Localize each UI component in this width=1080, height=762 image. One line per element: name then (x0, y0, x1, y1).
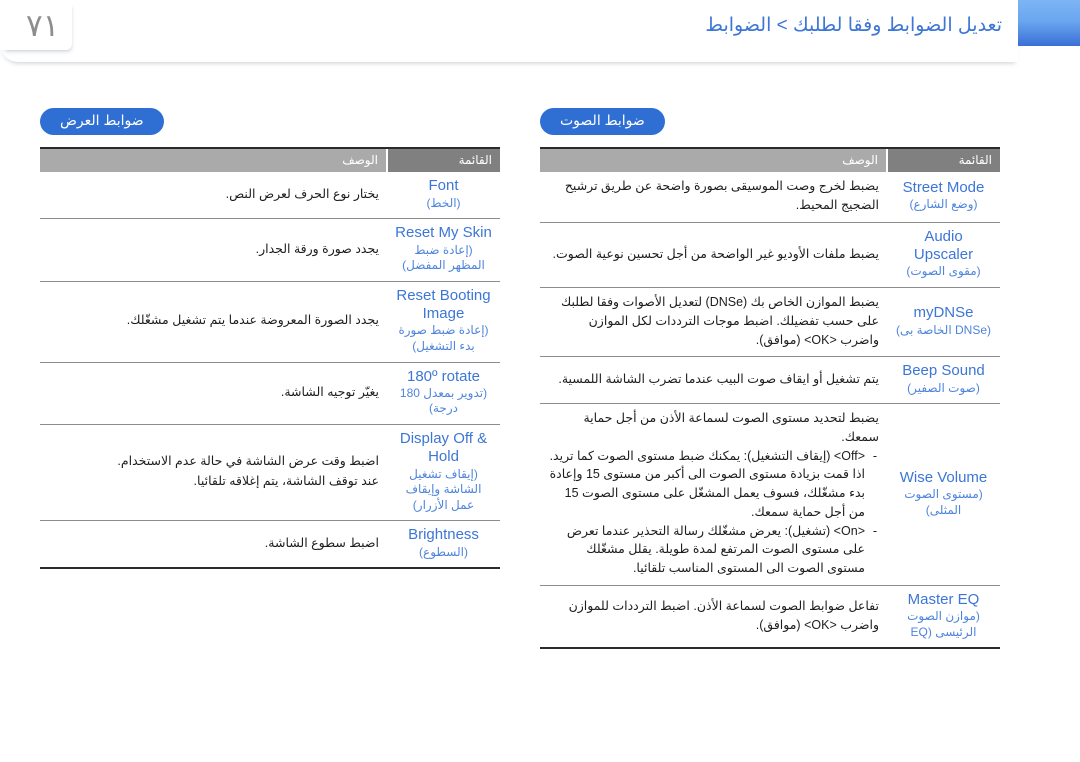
table-row: Reset My Skin (إعادة ضبط المظهر المفضل) … (40, 218, 500, 282)
column-header-menu: القائمة (387, 147, 500, 173)
menu-name-en: 180º rotate (406, 367, 481, 385)
description-line: يضبط لتحديد مستوى الصوت لسماعة الأذن من … (583, 411, 879, 444)
section-sound-settings: ضوابط الصوت القائمة الوصف Street Mode (و… (540, 108, 1000, 650)
page-header: تعديل الضوابط وفقا لطلبك > الضوابط ٧١ (0, 0, 1080, 78)
display-settings-badge: ضوابط العرض (40, 108, 164, 136)
table-row: Beep Sound (صوت الصفير) يتم تشغيل أو ايق… (540, 356, 1000, 405)
description-line: تفاعل ضوابط الصوت لسماعة الأذن. اضبط الت… (568, 598, 879, 632)
description-cell: يختار نوع الحرف لعرض النص. (40, 172, 387, 220)
menu-cell: Brightness (السطوع) (387, 520, 500, 570)
description-bullet: <Off> (إيقاف التشغيل): يمكنك ضبط مستوى ا… (548, 447, 879, 522)
display-badge-wrap: ضوابط العرض (40, 108, 500, 147)
menu-name-en: Wise Volume (899, 468, 988, 486)
description-cell: يضبط الموازن الخاص بك (DNSe) لتعديل الأص… (540, 287, 887, 358)
menu-cell: Street Mode (وضع الشارع) (887, 172, 1000, 223)
table-row: Reset Booting Image (إعادة ضبط صورة بدء … (40, 281, 500, 363)
menu-name-en: Brightness (408, 526, 479, 544)
table-row: 180º rotate (تدوير بمعدل 180 درجة) يغيّر… (40, 362, 500, 426)
description-cell: اضبط وقت عرض الشاشة في حالة عدم الاستخدا… (40, 424, 387, 522)
menu-name-ar: (وضع الشارع) (909, 197, 978, 212)
menu-name-en: Master EQ (907, 590, 980, 608)
menu-cell: Wise Volume (مستوى الصوت المثلى) (887, 403, 1000, 586)
table-row: Display Off & Hold (إيقاف تشغيل الشاشة و… (40, 424, 500, 522)
menu-name-ar: (إعادة ضبط صورة بدء التشغيل) (398, 323, 489, 353)
description-cell: يتم تشغيل أو ايقاف صوت البيب عندما تضرب … (540, 356, 887, 405)
table-header-row: القائمة الوصف (40, 147, 500, 173)
description-line: يختار نوع الحرف لعرض النص. (225, 186, 379, 201)
display-table-body: القائمة الوصف Font (الخط) يختار نوع الحر… (40, 147, 500, 570)
description-bullet: <On> (تشغيل): يعرض مشغّلك رسالة التحذير … (548, 522, 879, 578)
menu-name-ar: (السطوع) (419, 544, 468, 559)
menu-name-ar: (تدوير بمعدل 180 درجة) (399, 385, 488, 416)
table-row: Font (الخط) يختار نوع الحرف لعرض النص. (40, 172, 500, 220)
menu-name-ar: (صوت الصفير) (907, 380, 980, 395)
menu-name-en: Font (428, 177, 459, 195)
menu-cell: Reset Booting Image (إعادة ضبط صورة بدء … (387, 281, 500, 363)
sound-table-body: القائمة الوصف Street Mode (وضع الشارع) ي… (540, 147, 1000, 650)
description-line: يضبط لخرج وصت الموسيقى بصورة واضحة عن طر… (564, 179, 879, 213)
breadcrumb: تعديل الضوابط وفقا لطلبك > الضوابط (705, 15, 1002, 36)
display-settings-table: القائمة الوصف Font (الخط) يختار نوع الحر… (40, 147, 500, 570)
menu-cell: Master EQ (موازن الصوت الرئيسى (EQ (887, 585, 1000, 650)
menu-name-ar: (الخط) (426, 195, 461, 210)
table-row: Brightness (السطوع) اضبط سطوع الشاشة. (40, 520, 500, 570)
description-cell: تفاعل ضوابط الصوت لسماعة الأذن. اضبط الت… (540, 585, 887, 650)
description-cell: يجدد الصورة المعروضة عندما يتم تشغيل مشغ… (40, 281, 387, 363)
description-line: يغيّر توجيه الشاشة. (280, 384, 379, 399)
description-cell: يضبط لخرج وصت الموسيقى بصورة واضحة عن طر… (540, 172, 887, 223)
sound-badge-wrap: ضوابط الصوت (540, 108, 1000, 147)
table-row: Master EQ (موازن الصوت الرئيسى (EQ تفاعل… (540, 585, 1000, 650)
description-cell: يضبط لتحديد مستوى الصوت لسماعة الأذن من … (540, 403, 887, 586)
table-row: Wise Volume (مستوى الصوت المثلى) يضبط لت… (540, 403, 1000, 586)
description-cell: اضبط سطوع الشاشة. (40, 520, 387, 570)
menu-cell: 180º rotate (تدوير بمعدل 180 درجة) (387, 362, 500, 426)
page-number: ٧١ (26, 8, 60, 44)
menu-cell: myDNSe (DNSe الخاصة بى) (887, 287, 1000, 358)
menu-name-ar: (موازن الصوت الرئيسى (EQ (907, 609, 980, 639)
description-cell: يجدد صورة ورقة الجدار. (40, 218, 387, 282)
menu-name-en: Reset Booting Image (396, 286, 491, 323)
column-header-description: الوصف (540, 147, 888, 173)
table-row: Audio Upscaler (مقوى الصوت) يضبط ملفات ا… (540, 222, 1000, 289)
menu-cell: Reset My Skin (إعادة ضبط المظهر المفضل) (387, 218, 500, 282)
menu-name-ar: (مقوى الصوت) (906, 264, 981, 279)
menu-cell: Beep Sound (صوت الصفير) (887, 356, 1000, 405)
menu-name-ar: (مستوى الصوت المثلى) (904, 487, 983, 517)
menu-name-en: Beep Sound (902, 362, 985, 380)
description-line: عند توقف الشاشة، يتم إغلاقه تلقائيا. (193, 474, 379, 489)
column-header-description: الوصف (40, 147, 388, 173)
description-line: اضبط وقت عرض الشاشة في حالة عدم الاستخدا… (117, 454, 379, 469)
description-line: يضبط الموازن الخاص بك (DNSe) لتعديل الأص… (560, 295, 879, 347)
description-cell: يضبط ملفات الأوديو غير الواضحة من أجل تح… (540, 222, 887, 289)
menu-name-en: Display Off & Hold (399, 430, 488, 466)
description-bullet-list: <Off> (إيقاف التشغيل): يمكنك ضبط مستوى ا… (548, 447, 879, 578)
column-header-menu: القائمة (887, 147, 1000, 173)
menu-name-ar: (إيقاف تشغيل الشاشة وإيقاف عمل الأزرار) (405, 466, 482, 512)
menu-name-en: myDNSe (913, 304, 974, 322)
table-row: Street Mode (وضع الشارع) يضبط لخرج وصت ا… (540, 172, 1000, 223)
description-line: اضبط سطوع الشاشة. (264, 535, 379, 550)
menu-cell: Audio Upscaler (مقوى الصوت) (887, 222, 1000, 289)
description-line: يضبط ملفات الأوديو غير الواضحة من أجل تح… (552, 246, 879, 261)
description-line: يتم تشغيل أو ايقاف صوت البيب عندما تضرب … (558, 371, 879, 386)
description-line: يجدد صورة ورقة الجدار. (255, 241, 379, 256)
sound-settings-badge: ضوابط الصوت (540, 108, 665, 136)
menu-name-en: Reset My Skin (395, 224, 492, 242)
table-header-row: القائمة الوصف (540, 147, 1000, 173)
table-row: myDNSe (DNSe الخاصة بى) يضبط الموازن الخ… (540, 287, 1000, 358)
description-line: يجدد الصورة المعروضة عندما يتم تشغيل مشغ… (126, 313, 379, 328)
menu-name-en: Street Mode (902, 179, 985, 197)
description-cell: يغيّر توجيه الشاشة. (40, 362, 387, 426)
sound-settings-table: القائمة الوصف Street Mode (وضع الشارع) ي… (540, 147, 1000, 650)
menu-name-ar: (إعادة ضبط المظهر المفضل) (402, 242, 485, 273)
content-area: ضوابط العرض القائمة الوصف Font (الخط) يخ… (0, 108, 1080, 650)
menu-name-en: Audio Upscaler (913, 227, 974, 264)
menu-cell: Display Off & Hold (إيقاف تشغيل الشاشة و… (387, 424, 500, 522)
section-display-settings: ضوابط العرض القائمة الوصف Font (الخط) يخ… (40, 108, 500, 649)
menu-cell: Font (الخط) (387, 172, 500, 220)
menu-name-ar: (DNSe الخاصة بى) (895, 322, 992, 337)
